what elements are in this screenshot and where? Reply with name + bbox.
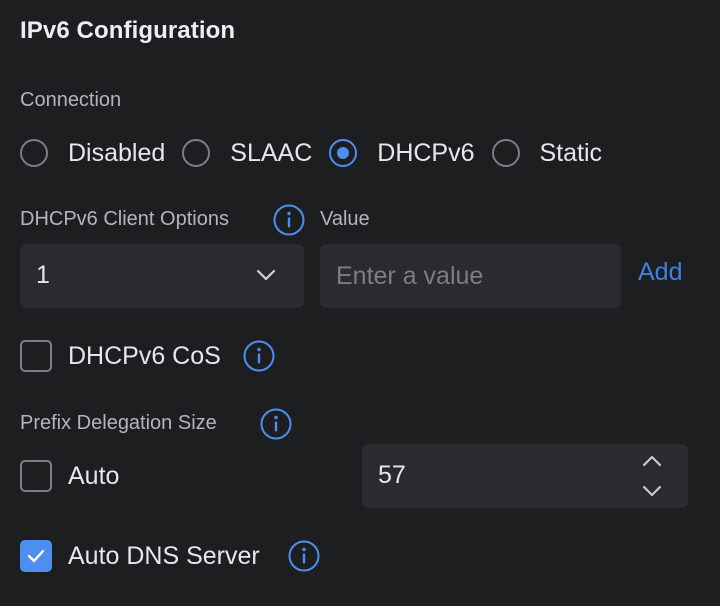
chevron-up-icon[interactable] [642,454,662,473]
prefix-size-input[interactable]: 57 [362,444,688,508]
value-input[interactable] [320,244,621,308]
radio-slaac[interactable]: SLAAC [182,139,312,168]
info-icon[interactable] [288,540,320,572]
prefix-auto-label: Auto [68,461,120,490]
checkmark-icon [27,549,45,563]
radio-static[interactable]: Static [491,138,603,168]
radio-circle-icon [491,139,520,167]
auto-dns-row: Auto DNS Server [20,540,260,572]
radio-label: Static [539,138,603,167]
value-input-wrapper [320,244,621,308]
radio-disabled[interactable]: Disabled [20,139,165,168]
value-label: Value [320,208,370,230]
auto-dns-label: Auto DNS Server [68,541,260,570]
cos-row: DHCPv6 CoS [20,340,221,372]
radio-dhcpv6[interactable]: DHCPv6 [329,138,475,168]
cos-label: DHCPv6 CoS [68,341,221,370]
info-icon[interactable] [260,408,292,440]
cos-checkbox[interactable] [20,340,52,372]
radio-label: DHCPv6 [377,138,475,167]
radio-circle-icon [329,139,358,167]
radio-label: Disabled [68,138,166,167]
radio-circle-icon [20,139,48,167]
section-title: IPv6 Configuration [20,17,236,44]
connection-radio-group: Disabled SLAAC DHCPv6 Static [20,136,619,170]
prefix-auto-checkbox[interactable] [20,460,52,492]
chevron-down-icon [256,268,276,287]
radio-label: SLAAC [230,138,313,167]
auto-dns-checkbox[interactable] [20,540,52,572]
prefix-delegation-label: Prefix Delegation Size [20,412,217,434]
prefix-size-value: 57 [378,461,406,489]
add-button[interactable]: Add [638,258,682,287]
info-icon[interactable] [243,340,275,372]
select-value: 1 [36,261,50,289]
radio-circle-icon [182,139,211,167]
connection-label: Connection [20,89,122,111]
client-option-select[interactable]: 1 [20,244,304,308]
prefix-auto-row: Auto [20,460,119,492]
info-icon[interactable] [273,204,305,236]
client-options-label: DHCPv6 Client Options [20,208,229,230]
chevron-down-icon[interactable] [642,484,662,503]
